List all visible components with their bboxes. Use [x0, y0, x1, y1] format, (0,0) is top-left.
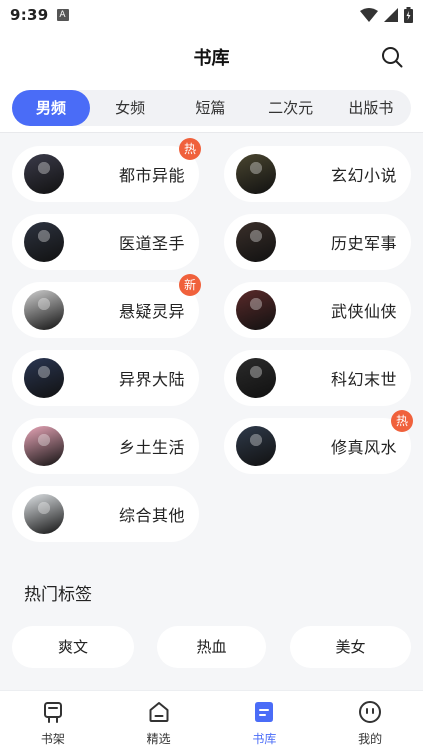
page-title: 书库	[193, 48, 230, 69]
tag-item[interactable]: 美女	[290, 626, 411, 668]
category-card-other[interactable]: 综合其他	[12, 486, 199, 542]
category-cover	[236, 358, 276, 398]
category-cover	[24, 494, 64, 534]
status-time: 9:39	[10, 6, 49, 24]
wifi-icon	[360, 8, 378, 22]
category-label: 武侠仙侠	[330, 302, 397, 321]
nav-bookshelf[interactable]: 书架	[0, 691, 106, 752]
category-label: 历史军事	[330, 234, 397, 253]
search-icon[interactable]	[381, 46, 403, 68]
hot-tags-title: 热门标签	[24, 585, 92, 605]
category-card-urban[interactable]: 都市异能 热	[12, 138, 201, 202]
nav-label: 我的	[358, 732, 383, 746]
category-label: 都市异能	[118, 166, 185, 185]
category-cover	[236, 222, 276, 262]
profile-icon	[359, 701, 382, 723]
category-label: 修真风水	[330, 438, 397, 457]
category-card-cultivation[interactable]: 修真风水 热	[224, 410, 413, 474]
category-cover	[236, 154, 276, 194]
category-label: 医道圣手	[118, 234, 185, 253]
category-card-scifi[interactable]: 科幻末世	[224, 350, 411, 406]
category-card-wuxia[interactable]: 武侠仙侠	[224, 282, 411, 338]
new-badge: 新	[179, 274, 201, 296]
tag-item[interactable]: 爽文	[12, 626, 134, 668]
channel-tabs: 男频 女频 短篇 二次元 出版书	[0, 84, 423, 132]
category-card-medical[interactable]: 医道圣手	[12, 214, 199, 270]
signal-icon	[384, 8, 398, 22]
tag-item[interactable]: 热血	[157, 626, 266, 668]
home-icon	[149, 702, 169, 722]
category-card-otherworld[interactable]: 异界大陆	[12, 350, 199, 406]
tab-short[interactable]: 短篇	[170, 90, 250, 126]
category-cover	[24, 358, 64, 398]
status-bar: 9:39 A	[0, 0, 423, 30]
category-card-mystery[interactable]: 悬疑灵异 新	[12, 274, 201, 338]
hot-badge: 热	[179, 138, 201, 160]
bottom-nav: 书架 精选 书库 我的	[0, 690, 423, 752]
battery-icon	[404, 7, 413, 23]
category-label: 玄幻小说	[330, 166, 397, 185]
nav-featured[interactable]: 精选	[106, 691, 212, 752]
category-label: 异界大陆	[118, 370, 185, 389]
category-card-fantasy[interactable]: 玄幻小说	[224, 146, 411, 202]
header-divider	[0, 132, 423, 133]
nav-label: 精选	[146, 732, 171, 746]
category-label: 科幻末世	[330, 370, 397, 389]
hot-badge: 热	[391, 410, 413, 432]
page-header: 书库	[0, 30, 423, 84]
tab-male[interactable]: 男频	[12, 90, 90, 126]
category-cover	[24, 426, 64, 466]
category-cover	[24, 290, 64, 330]
category-label: 乡土生活	[118, 438, 185, 457]
nav-profile[interactable]: 我的	[317, 691, 423, 752]
bookshelf-icon	[43, 702, 62, 723]
nav-label: 书库	[252, 732, 277, 746]
category-label: 综合其他	[118, 506, 185, 525]
category-card-history[interactable]: 历史军事	[224, 214, 411, 270]
tab-female[interactable]: 女频	[90, 90, 170, 126]
tab-published[interactable]: 出版书	[331, 90, 411, 126]
tab-anime[interactable]: 二次元	[251, 90, 331, 126]
category-card-rural[interactable]: 乡土生活	[12, 418, 199, 474]
status-icons	[360, 7, 413, 23]
category-label: 悬疑灵异	[118, 302, 185, 321]
category-cover	[236, 426, 276, 466]
category-cover	[236, 290, 276, 330]
library-icon	[255, 702, 274, 722]
nav-library[interactable]: 书库	[212, 691, 318, 752]
notification-icon: A	[56, 9, 69, 21]
nav-label: 书架	[40, 732, 65, 746]
category-cover	[24, 154, 64, 194]
tabs-container: 男频 女频 短篇 二次元 出版书	[12, 90, 411, 126]
category-cover	[24, 222, 64, 262]
